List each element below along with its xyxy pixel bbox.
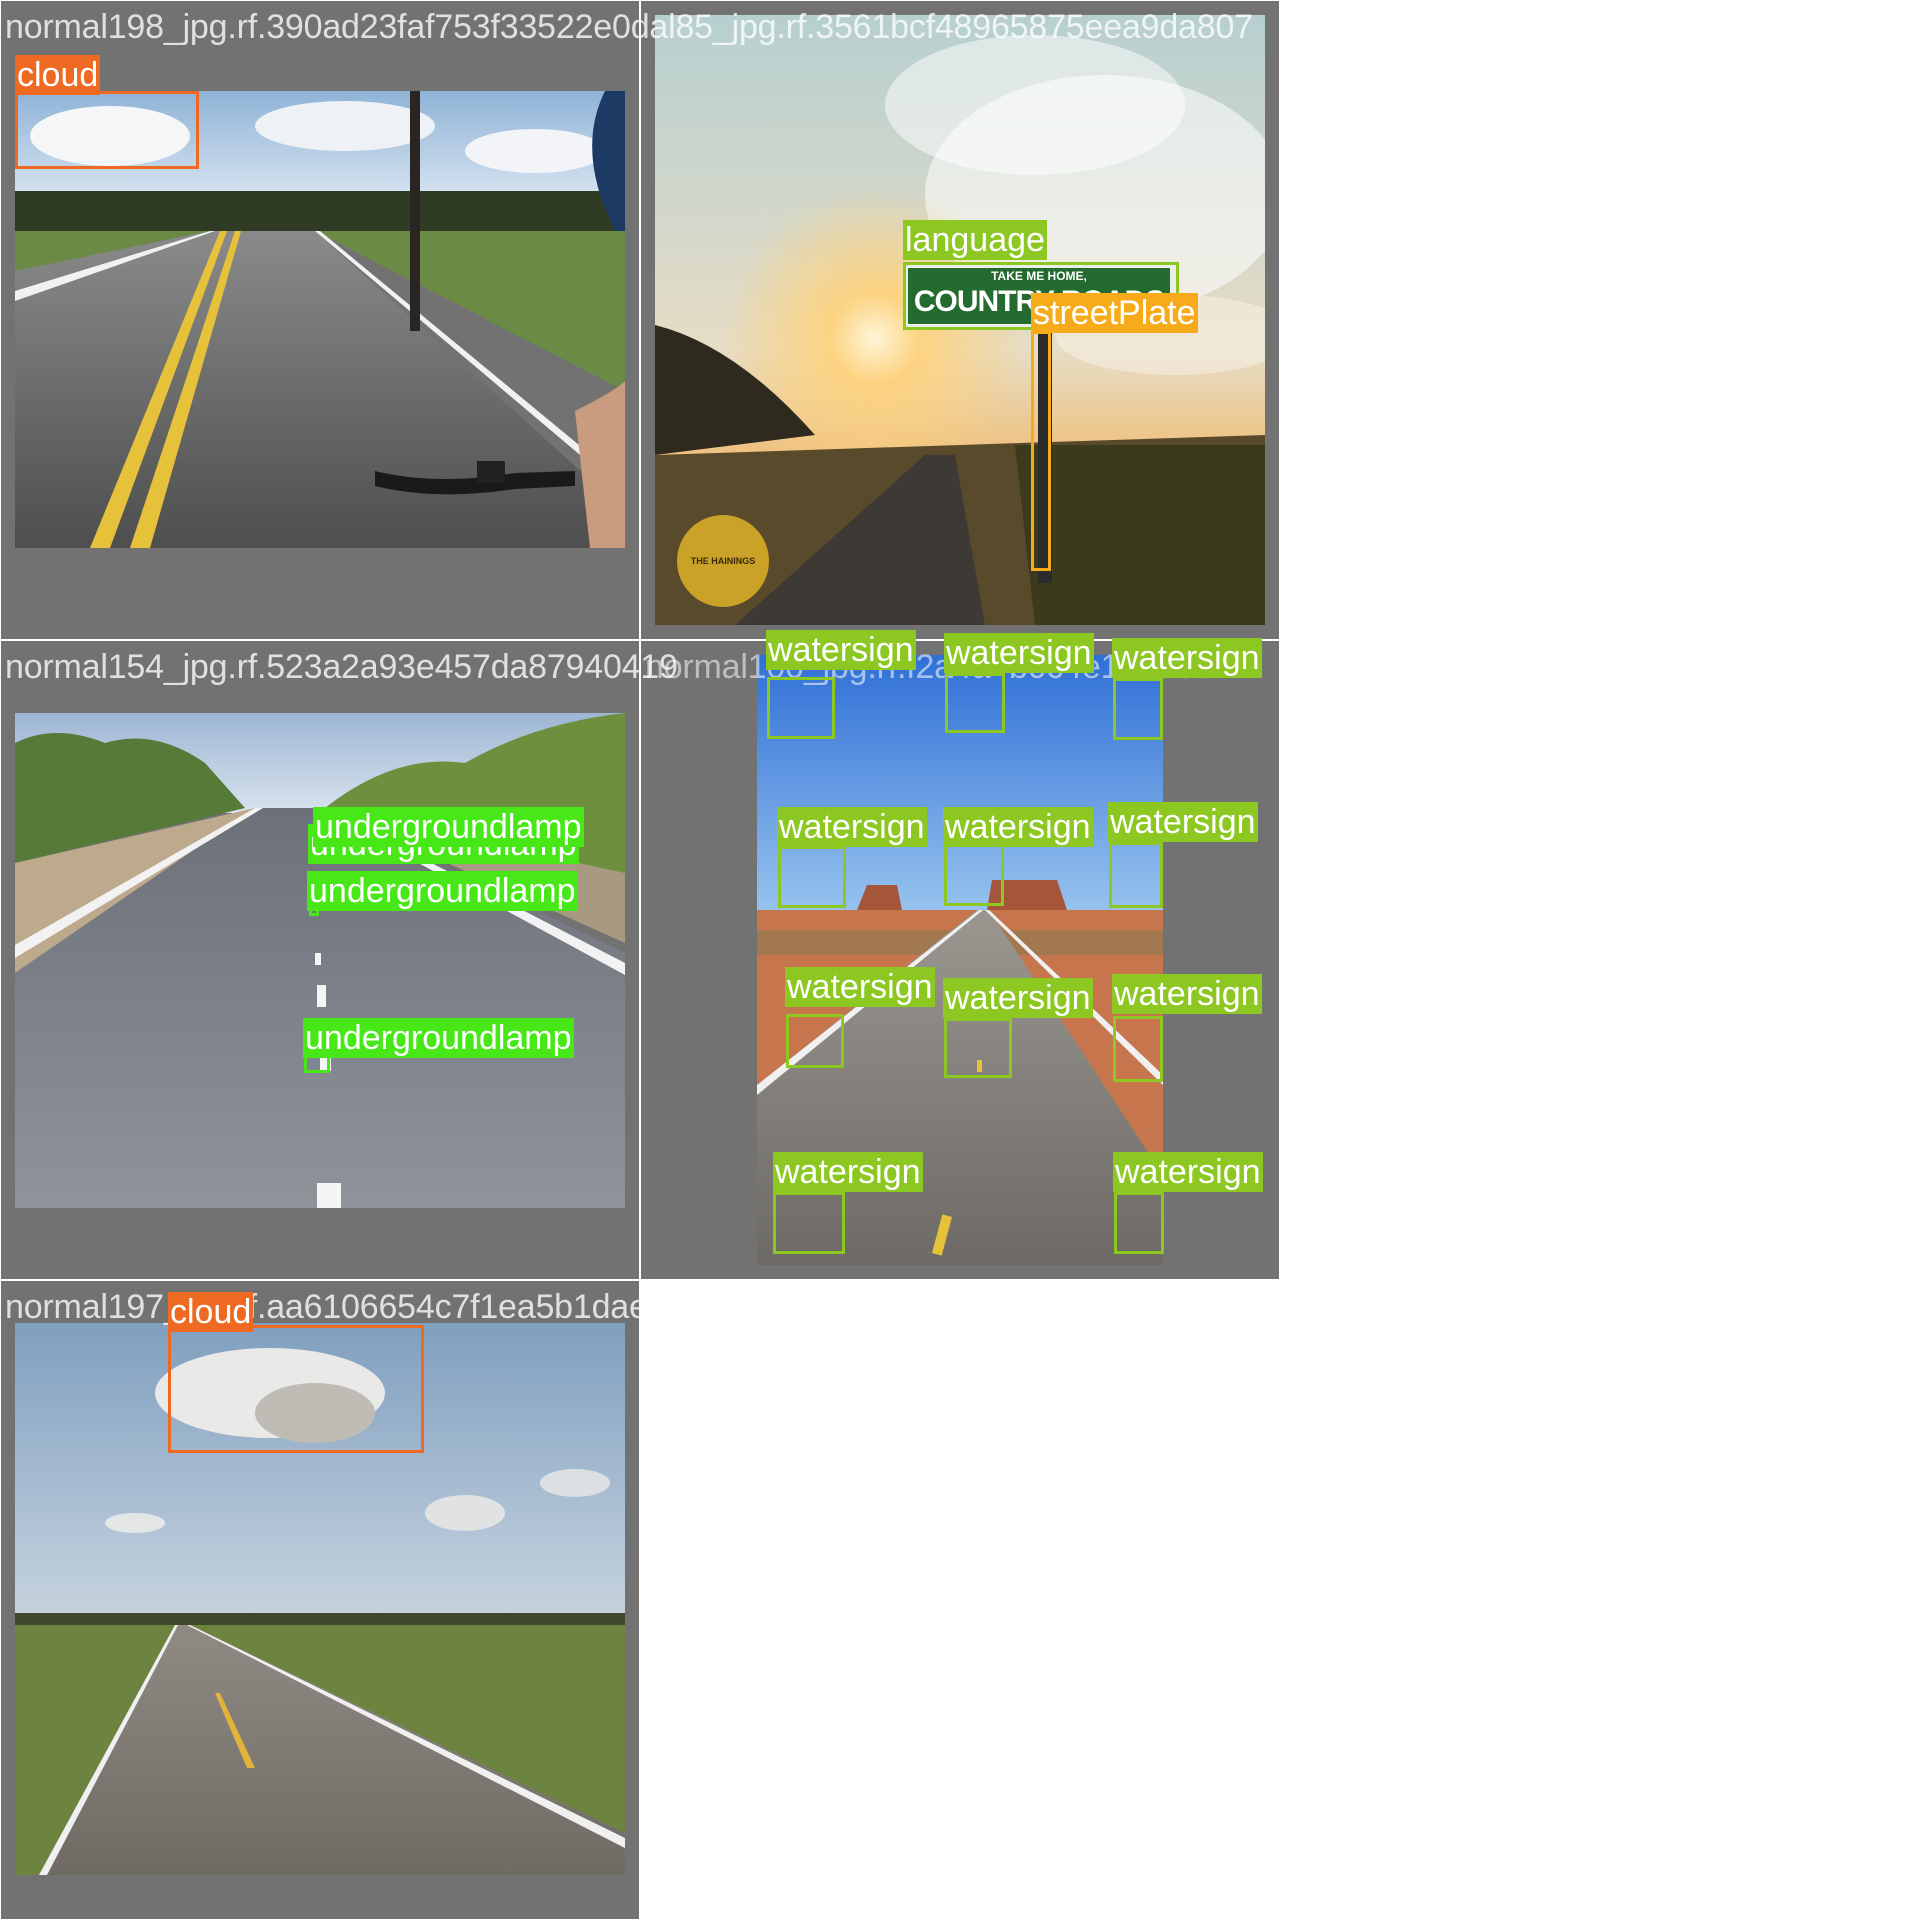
outback-road-scene bbox=[15, 713, 625, 1208]
detection-label-watersign-11: watersign bbox=[1113, 1152, 1263, 1192]
detection-box-watersign-4 bbox=[778, 846, 846, 908]
detection-label-undergroundlamp-1: undergroundlamp bbox=[313, 807, 584, 847]
detection-label-watersign-2: watersign bbox=[944, 633, 1094, 673]
detection-label-watersign-1: watersign bbox=[766, 630, 916, 670]
detection-label-undergroundlamp-3: undergroundlamp bbox=[307, 871, 578, 911]
detection-box-watersign-7 bbox=[786, 1014, 844, 1068]
detection-label-watersign-9: watersign bbox=[1112, 974, 1262, 1014]
detection-label-cloud: cloud bbox=[15, 55, 101, 95]
detection-label-language: language bbox=[903, 220, 1047, 260]
detection-label-watersign-5: watersign bbox=[943, 807, 1093, 847]
detection-label-watersign-4: watersign bbox=[777, 807, 927, 847]
detection-box-cloud bbox=[15, 91, 199, 169]
detection-box-watersign-1 bbox=[767, 677, 835, 739]
detection-box-watersign-6 bbox=[1109, 842, 1163, 908]
detection-label-cloud-2: cloud bbox=[168, 1292, 254, 1332]
detection-label-watersign-8: watersign bbox=[943, 978, 1093, 1018]
detection-box-watersign-3 bbox=[1113, 678, 1163, 740]
tile-3-filename: normal154_jpg.rf.523a2a93e457da87940419 bbox=[5, 648, 678, 686]
detection-label-watersign-7: watersign bbox=[785, 967, 935, 1007]
hainings-logo: THE HAININGS bbox=[677, 515, 769, 607]
detection-box-streetplate bbox=[1031, 331, 1051, 571]
detection-label-streetplate: streetPlate bbox=[1031, 293, 1198, 333]
detection-box-watersign-2 bbox=[945, 673, 1005, 733]
detection-box-watersign-9 bbox=[1113, 1016, 1163, 1082]
detection-label-watersign-6: watersign bbox=[1108, 802, 1258, 842]
detection-label-watersign-10: watersign bbox=[773, 1152, 923, 1192]
tile-5-filename: normal197_jpg.rf.aa6106654c7f1ea5b1dae83 bbox=[5, 1288, 686, 1326]
tile-3-photo bbox=[15, 713, 625, 1208]
tile-1-filename: normal198_jpg.rf.390ad23faf753f33522e0da… bbox=[5, 8, 1253, 46]
detection-box-watersign-8 bbox=[944, 1018, 1012, 1078]
hainings-logo-text: THE HAININGS bbox=[690, 556, 756, 566]
detection-box-watersign-11 bbox=[1114, 1192, 1164, 1254]
detection-box-watersign-5 bbox=[944, 844, 1004, 906]
detection-box-cloud-2 bbox=[168, 1325, 424, 1453]
detection-label-watersign-3: watersign bbox=[1112, 638, 1262, 678]
detection-box-watersign-10 bbox=[773, 1192, 845, 1254]
mosaic-tile-3 bbox=[0, 640, 640, 1280]
detection-label-undergroundlamp-4: undergroundlamp bbox=[303, 1018, 574, 1058]
